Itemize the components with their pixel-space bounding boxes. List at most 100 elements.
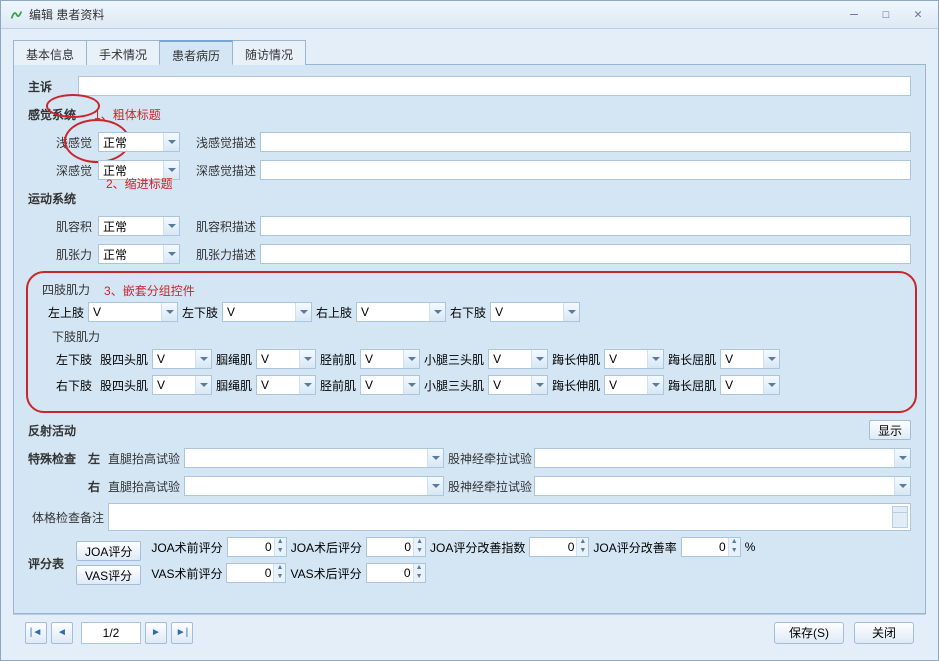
show-button[interactable]: 显示 bbox=[869, 420, 911, 440]
ehl-l-label: 踇长伸肌 bbox=[552, 351, 600, 368]
femoral-left-dd[interactable] bbox=[534, 448, 911, 468]
joa-post-input[interactable]: 0▲▼ bbox=[366, 537, 426, 557]
lu-label: 左上肢 bbox=[48, 304, 84, 321]
ehl-l-dd[interactable]: V bbox=[604, 349, 664, 369]
joa-idx-label: JOA评分改善指数 bbox=[430, 539, 525, 556]
calf-l-label: 小腿三头肌 bbox=[424, 351, 484, 368]
slr-left-dd[interactable] bbox=[184, 448, 444, 468]
rl-dropdown[interactable]: V bbox=[490, 302, 580, 322]
limb-strength-head: 四肢肌力 bbox=[42, 281, 90, 298]
app-logo-icon bbox=[9, 8, 23, 22]
reflex-section-head: 反射活动 bbox=[28, 422, 76, 439]
muscle-volume-label: 肌容积 bbox=[28, 218, 98, 235]
femoral-right-dd[interactable] bbox=[534, 476, 911, 496]
quad-r-dd[interactable]: V bbox=[152, 375, 212, 395]
quad-l-dd[interactable]: V bbox=[152, 349, 212, 369]
joa-button[interactable]: JOA评分 bbox=[76, 541, 141, 561]
lu-dropdown[interactable]: V bbox=[88, 302, 178, 322]
ham-r-dd[interactable]: V bbox=[256, 375, 316, 395]
content-area: 基本信息 手术情况 患者病历 随访情况 主诉 感觉系统 1、粗体标题 浅感觉 正… bbox=[1, 29, 938, 660]
remark-label: 体格检查备注 bbox=[28, 509, 108, 526]
joa-pre-input[interactable]: 0▲▼ bbox=[227, 537, 287, 557]
deep-desc-input[interactable] bbox=[260, 160, 911, 180]
tab-basic-info[interactable]: 基本信息 bbox=[13, 40, 87, 65]
nav-prev[interactable]: ◄ bbox=[51, 622, 73, 644]
tib-r-dd[interactable]: V bbox=[360, 375, 420, 395]
sensory-section-head: 感觉系统 bbox=[28, 106, 76, 123]
annotation-2: 2、缩进标题 bbox=[106, 175, 173, 192]
slr-left-label: 直腿抬高试验 bbox=[104, 450, 184, 467]
percent-label: % bbox=[745, 540, 756, 554]
muscle-tone-dropdown[interactable]: 正常 bbox=[98, 244, 180, 264]
fhl-r-label: 踇长屈肌 bbox=[668, 377, 716, 394]
ru-dropdown[interactable]: V bbox=[356, 302, 446, 322]
tib-r-label: 胫前肌 bbox=[320, 377, 356, 394]
close-window-button[interactable]: 关闭 bbox=[854, 622, 914, 644]
fhl-l-dd[interactable]: V bbox=[720, 349, 780, 369]
slr-right-dd[interactable] bbox=[184, 476, 444, 496]
window: 编辑 患者资料 — ☐ ✕ 基本信息 手术情况 患者病历 随访情况 主诉 感觉系… bbox=[0, 0, 939, 661]
joa-rate-label: JOA评分改善率 bbox=[593, 539, 676, 556]
ham-l-label: 腘绳肌 bbox=[216, 351, 252, 368]
ll-left-label: 左下肢 bbox=[56, 351, 96, 368]
close-button[interactable]: ✕ bbox=[906, 7, 930, 23]
fhl-l-label: 踇长屈肌 bbox=[668, 351, 716, 368]
superficial-desc-input[interactable] bbox=[260, 132, 911, 152]
tib-l-label: 胫前肌 bbox=[320, 351, 356, 368]
vas-pre-input[interactable]: 0▲▼ bbox=[226, 563, 286, 583]
tab-patient-history[interactable]: 患者病历 bbox=[159, 40, 233, 65]
minimize-button[interactable]: — bbox=[842, 7, 866, 23]
muscle-volume-dropdown[interactable]: 正常 bbox=[98, 216, 180, 236]
muscle-volume-desc-input[interactable] bbox=[260, 216, 911, 236]
remark-textarea[interactable] bbox=[108, 503, 911, 531]
vas-post-label: VAS术后评分 bbox=[290, 565, 361, 582]
calf-l-dd[interactable]: V bbox=[488, 349, 548, 369]
chief-complaint-label: 主诉 bbox=[28, 78, 78, 95]
ham-l-dd[interactable]: V bbox=[256, 349, 316, 369]
left-label: 左 bbox=[84, 450, 104, 467]
superficial-dropdown[interactable]: 正常 bbox=[98, 132, 180, 152]
chief-complaint-input[interactable] bbox=[78, 76, 911, 96]
right-label: 右 bbox=[84, 478, 104, 495]
window-title: 编辑 患者资料 bbox=[29, 6, 842, 23]
muscle-tone-label: 肌张力 bbox=[28, 246, 98, 263]
tab-surgery[interactable]: 手术情况 bbox=[86, 40, 160, 65]
femoral-left-label: 股神经牵拉试验 bbox=[444, 450, 534, 467]
pager-input[interactable] bbox=[81, 622, 141, 644]
rl-label: 右下肢 bbox=[450, 304, 486, 321]
maximize-button[interactable]: ☐ bbox=[874, 7, 898, 23]
joa-rate-input[interactable]: 0▲▼ bbox=[681, 537, 741, 557]
nav-next[interactable]: ► bbox=[145, 622, 167, 644]
scrollbar[interactable] bbox=[892, 506, 908, 528]
calf-r-dd[interactable]: V bbox=[488, 375, 548, 395]
tab-bar: 基本信息 手术情况 患者病历 随访情况 bbox=[13, 39, 926, 65]
titlebar: 编辑 患者资料 — ☐ ✕ bbox=[1, 1, 938, 29]
nav-first[interactable]: |◄ bbox=[25, 622, 47, 644]
femoral-right-label: 股神经牵拉试验 bbox=[444, 478, 534, 495]
superficial-label: 浅感觉 bbox=[28, 134, 98, 151]
tab-followup[interactable]: 随访情况 bbox=[232, 40, 306, 65]
nav-last[interactable]: ►| bbox=[171, 622, 193, 644]
deep-label: 深感觉 bbox=[28, 162, 98, 179]
joa-idx-input[interactable]: 0▲▼ bbox=[529, 537, 589, 557]
ehl-r-dd[interactable]: V bbox=[604, 375, 664, 395]
superficial-desc-label: 浅感觉描述 bbox=[180, 134, 260, 151]
tib-l-dd[interactable]: V bbox=[360, 349, 420, 369]
ll-dropdown[interactable]: V bbox=[222, 302, 312, 322]
ru-label: 右上肢 bbox=[316, 304, 352, 321]
nested-group: 四肢肌力 3、嵌套分组控件 左上肢 V 左下肢 V 右上肢 V 右下肢 V 下肢… bbox=[26, 271, 917, 413]
fhl-r-dd[interactable]: V bbox=[720, 375, 780, 395]
motor-section-head: 运动系统 bbox=[28, 190, 76, 207]
annotation-3: 3、嵌套分组控件 bbox=[104, 282, 195, 299]
ehl-r-label: 踇长伸肌 bbox=[552, 377, 600, 394]
muscle-tone-desc-input[interactable] bbox=[260, 244, 911, 264]
vas-button[interactable]: VAS评分 bbox=[76, 565, 141, 585]
slr-right-label: 直腿抬高试验 bbox=[104, 478, 184, 495]
vas-post-input[interactable]: 0▲▼ bbox=[366, 563, 426, 583]
save-button[interactable]: 保存(S) bbox=[774, 622, 844, 644]
joa-post-label: JOA术后评分 bbox=[291, 539, 362, 556]
quad-l-label: 股四头肌 bbox=[100, 351, 148, 368]
joa-pre-label: JOA术前评分 bbox=[151, 539, 222, 556]
deep-desc-label: 深感觉描述 bbox=[180, 162, 260, 179]
annotation-1: 1、粗体标题 bbox=[94, 106, 161, 123]
